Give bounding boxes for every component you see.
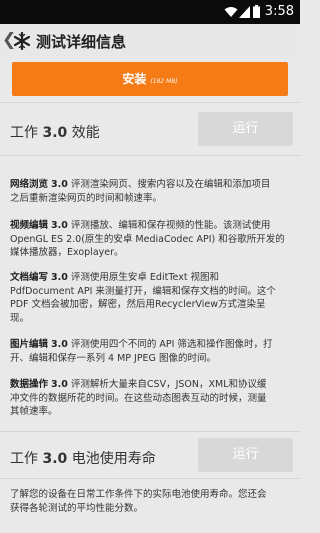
test-data-manipulation: 数据操作 3.0 评测解析大量来自CSV，JSON，XML和协议缓 冲文件的数据… <box>10 379 267 417</box>
wifi-icon <box>224 7 238 17</box>
battery-description: 了解您的设备在日常工作条件下的实际电池使用寿命。您还会 获得各轮测试的平均性能分… <box>10 489 267 514</box>
divider <box>0 102 300 103</box>
run-battery-button[interactable]: 运行 <box>198 438 293 472</box>
test-video-editing: 视频编辑 3.0 评测播放、编辑和保存视频的性能。该测试使用 OpenGL ES… <box>10 220 285 258</box>
divider <box>0 431 300 432</box>
snowflake-logo-icon <box>13 32 31 50</box>
battery-icon <box>253 5 260 18</box>
install-size: (182 MB) <box>150 78 178 85</box>
app-bar: ❮ 测试详细信息 <box>0 24 300 58</box>
signal-icon <box>239 6 250 18</box>
divider <box>0 478 300 479</box>
test-web-browsing: 网络浏览 3.0 评测渲染网页、搜索内容以及在编辑和添加项目 之后重新渲染网页的… <box>10 179 271 204</box>
install-label: 安装 <box>122 72 147 86</box>
status-bar: 3:58 <box>0 0 300 24</box>
divider <box>0 155 300 156</box>
status-time: 3:58 <box>264 4 294 19</box>
work-battery-title: 工作 3.0 电池使用寿命 <box>10 451 156 467</box>
page-title: 测试详细信息 <box>36 33 127 51</box>
test-document-writing: 文档编写 3.0 评测使用原生安卓 EditText 视图和 PdfDocume… <box>10 272 276 324</box>
install-area: 安装 (182 MB) <box>0 58 300 102</box>
run-performance-button[interactable]: 运行 <box>198 112 293 146</box>
work-performance-title: 工作 3.0 效能 <box>10 125 100 141</box>
install-button[interactable]: 安装 (182 MB) <box>12 62 288 96</box>
test-photo-editing: 图片编辑 3.0 评测使用四个不同的 API 筛选和操作图像时，打 开、编辑和保… <box>10 339 273 364</box>
